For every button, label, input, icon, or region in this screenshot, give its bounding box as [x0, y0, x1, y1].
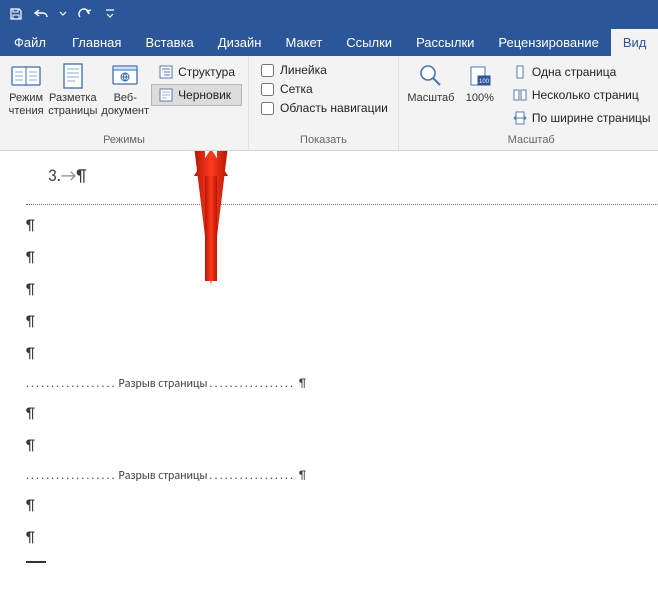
read-mode-label-2: чтения [9, 105, 44, 118]
zoom-button[interactable]: Масштаб [405, 60, 457, 105]
tab-view[interactable]: Вид [611, 29, 658, 56]
web-layout-label-2: документ [101, 105, 149, 118]
doc-paragraph: ¶ [26, 217, 658, 235]
read-mode-icon [10, 62, 42, 90]
draft-label: Черновик [178, 88, 231, 102]
page-width-button[interactable]: По ширине страницы [505, 107, 658, 129]
hundred-percent-button[interactable]: 100 100% [457, 60, 503, 105]
redo-icon [76, 7, 92, 21]
hundred-percent-icon: 100 [464, 62, 496, 90]
doc-paragraph: ¶ [26, 529, 658, 547]
print-layout-label-1: Разметка [49, 92, 97, 105]
show-group-label: Показать [249, 132, 398, 150]
zoom-label: Масштаб [407, 92, 454, 105]
gridlines-checkbox-input[interactable] [261, 83, 274, 96]
customize-icon [105, 8, 115, 20]
web-layout-button[interactable]: Веб- документ [99, 60, 151, 117]
web-layout-label-1: Веб- [114, 92, 137, 105]
doc-paragraph: ¶ [26, 249, 658, 267]
one-page-button[interactable]: Одна страница [505, 61, 658, 83]
document-area[interactable]: 3.→¶ ¶ ¶ ¶ ¶ ¶ ..................Разрыв … [0, 151, 658, 606]
doc-paragraph: ¶ [26, 345, 658, 363]
tab-home[interactable]: Главная [60, 29, 133, 56]
doc-line-first: 3.→¶ [26, 165, 658, 186]
save-button[interactable] [4, 2, 28, 26]
section-divider [26, 204, 658, 205]
group-show: Линейка Сетка Область навигации Показать [249, 56, 399, 150]
ruler-checkbox-input[interactable] [261, 64, 274, 77]
gridlines-checkbox[interactable]: Сетка [257, 80, 392, 98]
page-width-icon [512, 110, 528, 126]
ribbon: Режим чтения Разметка страницы Веб- доку… [0, 56, 658, 151]
nav-pane-label: Область навигации [280, 101, 388, 115]
undo-icon [33, 7, 51, 21]
views-group-label: Режимы [0, 132, 248, 150]
doc-paragraph: ¶ [26, 405, 658, 423]
doc-horizontal-rule [26, 561, 46, 563]
chevron-down-icon [59, 10, 67, 18]
multi-page-button[interactable]: Несколько страниц [505, 84, 658, 106]
customize-qat-button[interactable] [98, 2, 122, 26]
read-mode-label-1: Режим [9, 92, 43, 105]
read-mode-button[interactable]: Режим чтения [6, 60, 46, 117]
hundred-label: 100% [466, 92, 494, 105]
multi-page-label: Несколько страниц [532, 88, 639, 102]
tab-review[interactable]: Рецензирование [486, 29, 610, 56]
doc-paragraph: ¶ [26, 281, 658, 299]
doc-paragraph: ¶ [26, 313, 658, 331]
print-layout-icon [57, 62, 89, 90]
undo-button[interactable] [30, 2, 54, 26]
tab-design[interactable]: Дизайн [206, 29, 274, 56]
zoom-icon [415, 62, 447, 90]
ruler-checkbox[interactable]: Линейка [257, 61, 392, 79]
ribbon-tabs: Файл Главная Вставка Дизайн Макет Ссылки… [0, 28, 658, 56]
multi-page-icon [512, 87, 528, 103]
save-icon [9, 7, 23, 21]
svg-text:100: 100 [479, 79, 490, 85]
outline-label: Структура [178, 65, 235, 79]
document-content: 3.→¶ ¶ ¶ ¶ ¶ ¶ ..................Разрыв … [0, 151, 658, 563]
page-break-marker: ..................Разрыв страницы.......… [26, 377, 658, 391]
outline-button[interactable]: Структура [151, 61, 242, 83]
tab-references[interactable]: Ссылки [334, 29, 404, 56]
nav-pane-checkbox[interactable]: Область навигации [257, 99, 392, 117]
group-zoom: Масштаб 100 100% Одна страница [399, 56, 658, 150]
page-width-label: По ширине страницы [532, 111, 651, 125]
draft-button[interactable]: Черновик [151, 84, 242, 106]
doc-paragraph: ¶ [26, 497, 658, 515]
doc-paragraph: ¶ [26, 437, 658, 455]
print-layout-label-2: страницы [48, 105, 97, 118]
web-layout-icon [109, 62, 141, 90]
outline-icon [158, 64, 174, 80]
redo-button[interactable] [72, 2, 96, 26]
quick-access-toolbar [0, 0, 658, 28]
draft-icon [158, 87, 174, 103]
one-page-label: Одна страница [532, 65, 616, 79]
undo-dropdown[interactable] [56, 2, 70, 26]
print-layout-button[interactable]: Разметка страницы [46, 60, 99, 117]
group-views: Режим чтения Разметка страницы Веб- доку… [0, 56, 249, 150]
page-break-marker: ..................Разрыв страницы.......… [26, 469, 658, 483]
ruler-label: Линейка [280, 63, 327, 77]
one-page-icon [512, 64, 528, 80]
tab-insert[interactable]: Вставка [133, 29, 205, 56]
nav-pane-checkbox-input[interactable] [261, 102, 274, 115]
gridlines-label: Сетка [280, 82, 313, 96]
zoom-group-label: Масштаб [399, 132, 658, 150]
tab-mailings[interactable]: Рассылки [404, 29, 486, 56]
tab-file[interactable]: Файл [0, 29, 60, 56]
tab-layout[interactable]: Макет [273, 29, 334, 56]
